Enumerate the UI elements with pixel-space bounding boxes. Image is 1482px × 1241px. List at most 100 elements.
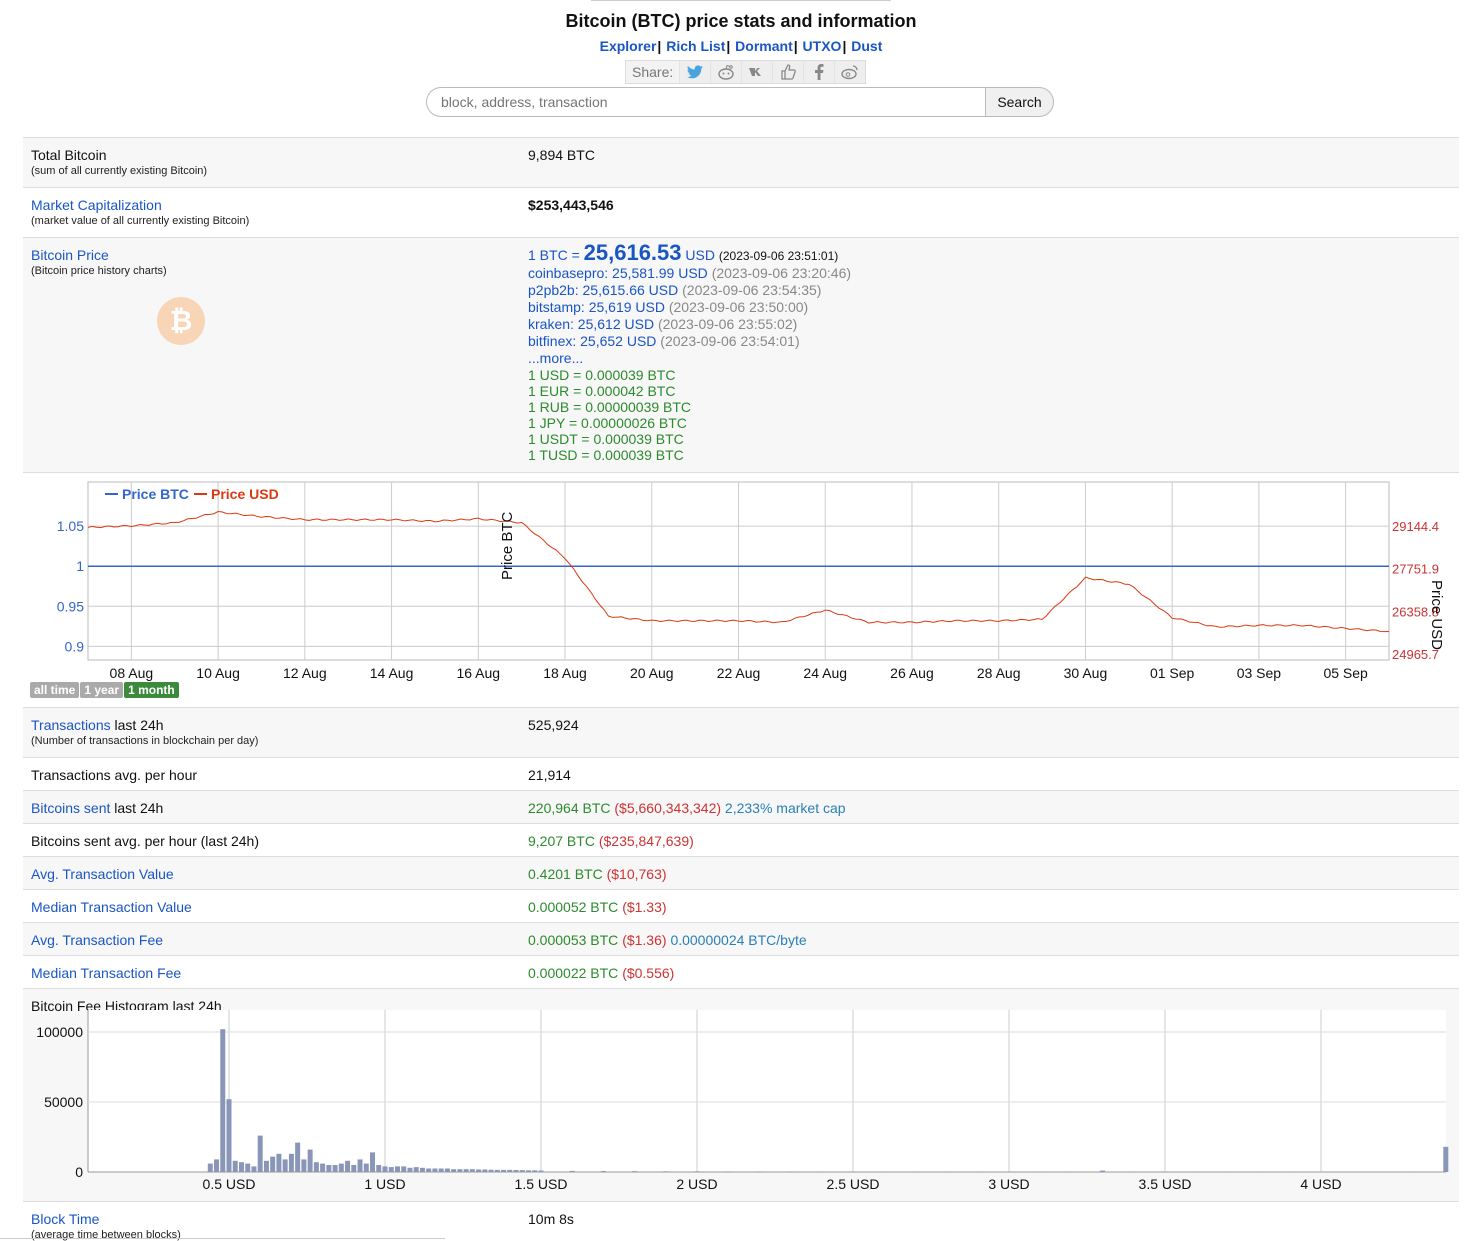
more-exchanges-link[interactable]: ...more...: [528, 350, 583, 366]
bitcoins-sent-period: last 24h: [114, 800, 164, 816]
exchange-time: (2023-09-06 23:50:00): [668, 299, 809, 315]
avg-tx-fee-link[interactable]: Avg. Transaction Fee: [31, 932, 163, 948]
x-tick-label: 26 Aug: [890, 665, 934, 681]
fee-histogram-chart: 0.5 USD 1 USD 1.5 USD 2 USD 2.5 USD 3 USD 3.5 …: [36, 1010, 1449, 1192]
sent-per-hour-usd: ($235,847,639): [598, 833, 694, 849]
facebook-icon[interactable]: [803, 61, 835, 83]
x-tick-label: 08 Aug: [110, 665, 154, 681]
hist-bar: [351, 1165, 357, 1172]
median-tx-value-link[interactable]: Median Transaction Value: [31, 899, 192, 915]
transactions-link[interactable]: Transactions: [31, 717, 111, 733]
exchange-time: (2023-09-06 23:55:02): [657, 316, 798, 332]
market-cap-sub: (market value of all currently existing …: [31, 215, 250, 227]
range-1-year-button[interactable]: 1 year: [80, 682, 124, 698]
avg-tx-fee-usd: ($1.36): [622, 932, 667, 948]
x-tick-label: 16 Aug: [456, 665, 500, 681]
row-avg-tx-value: Avg. Transaction Value 0.4201 BTC ($10,7…: [23, 856, 1459, 889]
exchange-coinbasepro[interactable]: coinbasepro: 25,581.99 USD: [528, 265, 708, 281]
x-tick-label: 22 Aug: [717, 665, 761, 681]
range-all-time-button[interactable]: all time: [30, 682, 80, 698]
avg-tx-value-link[interactable]: Avg. Transaction Value: [31, 866, 174, 882]
nav-richlist-link[interactable]: Rich List: [666, 38, 725, 54]
hist-bar: [363, 1163, 369, 1172]
market-cap-value: $253,443,546: [528, 197, 614, 213]
avg-tx-fee-btc: 0.000053 BTC: [528, 932, 619, 948]
tx-per-hour-value: 21,914: [528, 767, 571, 783]
x-tick-label: 18 Aug: [543, 665, 587, 681]
row-bitcoin-price: Bitcoin Price (Bitcoin price history char…: [23, 237, 1459, 472]
range-1-month-button[interactable]: 1 month: [124, 682, 179, 698]
hist-bar: [301, 1159, 307, 1172]
legend-price-usd: Price USD: [211, 486, 279, 502]
hist-bar: [694, 1171, 700, 1172]
hist-bar: [488, 1169, 494, 1172]
hist-bar: [257, 1135, 263, 1172]
conversion-jpy: 1 JPY = 0.00000026 BTC: [528, 415, 687, 431]
y-tick-label: 1.05: [57, 518, 84, 534]
x-tick-label: 20 Aug: [630, 665, 674, 681]
search-input[interactable]: [426, 87, 985, 117]
range-selector: all time 1 year 1 month: [30, 682, 180, 698]
exchange-bitfinex[interactable]: bitfinex: 25,652 USD: [528, 333, 656, 349]
nav-dust-link[interactable]: Dust: [851, 38, 882, 54]
hist-bar: [245, 1163, 251, 1172]
exchange-time: (2023-09-06 23:54:01): [660, 333, 800, 349]
hist-bar: [394, 1166, 400, 1172]
hist-bar: [457, 1169, 463, 1172]
hist-bar: [463, 1169, 469, 1172]
hist-bar: [482, 1169, 488, 1172]
hist-bar: [276, 1153, 282, 1172]
hist-bar: [370, 1152, 376, 1172]
hist-bar: [226, 1099, 232, 1172]
x-tick-label: 28 Aug: [977, 665, 1021, 681]
x-tick-label: 30 Aug: [1064, 665, 1108, 681]
avg-tx-value-usd: ($10,763): [606, 866, 667, 882]
nav-dormant-link[interactable]: Dormant: [735, 38, 793, 54]
hist-x-tick-label: 3.5 USD: [1139, 1176, 1192, 1192]
price-list: 1 BTC = 25,616.53 USD (2023-09-06 23:51:…: [528, 242, 851, 464]
hist-x-tick-label: 1.5 USD: [515, 1176, 568, 1192]
weibo-icon[interactable]: [834, 61, 866, 83]
row-median-tx-fee: Median Transaction Fee 0.000022 BTC ($0.…: [23, 955, 1459, 988]
hist-plot-area: [88, 1010, 1446, 1172]
twitter-icon[interactable]: [679, 61, 711, 83]
median-tx-fee-link[interactable]: Median Transaction Fee: [31, 965, 181, 981]
hist-bar: [432, 1168, 438, 1172]
nav-explorer-link[interactable]: Explorer: [600, 38, 657, 54]
market-cap-link[interactable]: Market Capitalization: [31, 197, 162, 213]
hist-bar: [413, 1167, 419, 1172]
hist-bar: [600, 1171, 606, 1172]
x-tick-label: 24 Aug: [803, 665, 847, 681]
hist-bar: [345, 1160, 351, 1172]
exchange-p2pb2b[interactable]: p2pb2b: 25,615.66 USD: [528, 282, 678, 298]
avg-tx-value-btc: 0.4201 BTC: [528, 866, 603, 882]
vk-icon[interactable]: [741, 61, 773, 83]
exchange-time: (2023-09-06 23:54:35): [682, 282, 822, 298]
block-time-link[interactable]: Block Time: [31, 1211, 99, 1227]
hist-y-tick-label: 100000: [36, 1024, 83, 1040]
hist-bar: [538, 1170, 544, 1172]
reddit-icon[interactable]: [710, 61, 742, 83]
exchange-kraken[interactable]: kraken: 25,612 USD: [528, 316, 654, 332]
bitcoins-sent-link[interactable]: Bitcoins sent: [31, 800, 110, 816]
hist-bar: [419, 1167, 425, 1172]
exchange-bitstamp[interactable]: bitstamp: 25,619 USD: [528, 299, 665, 315]
bitcoin-price-link[interactable]: Bitcoin Price: [31, 247, 109, 263]
search-button[interactable]: Search: [985, 87, 1054, 117]
x-tick-label: 12 Aug: [283, 665, 327, 681]
hist-bar: [282, 1159, 288, 1172]
nav-utxo-link[interactable]: UTXO: [803, 38, 842, 54]
hist-bar: [357, 1159, 363, 1172]
hist-bar: [1100, 1170, 1106, 1172]
median-tx-fee-btc: 0.000022 BTC: [528, 965, 619, 981]
hist-x-tick-label: 0.5 USD: [203, 1176, 256, 1192]
total-bitcoin-sub: (sum of all currently existing Bitcoin): [31, 165, 208, 177]
like-icon[interactable]: [772, 61, 804, 83]
transactions-sub: (Number of transactions in blockchain pe…: [31, 735, 259, 747]
hist-bar: [288, 1153, 294, 1172]
hist-bar: [263, 1160, 269, 1172]
conversion-tusd: 1 TUSD = 0.000039 BTC: [528, 447, 684, 463]
median-tx-value-usd: ($1.33): [622, 899, 667, 915]
row-tx-per-hour: Transactions avg. per hour 21,914: [23, 757, 1459, 790]
tx-per-hour-label: Transactions avg. per hour: [31, 767, 198, 783]
